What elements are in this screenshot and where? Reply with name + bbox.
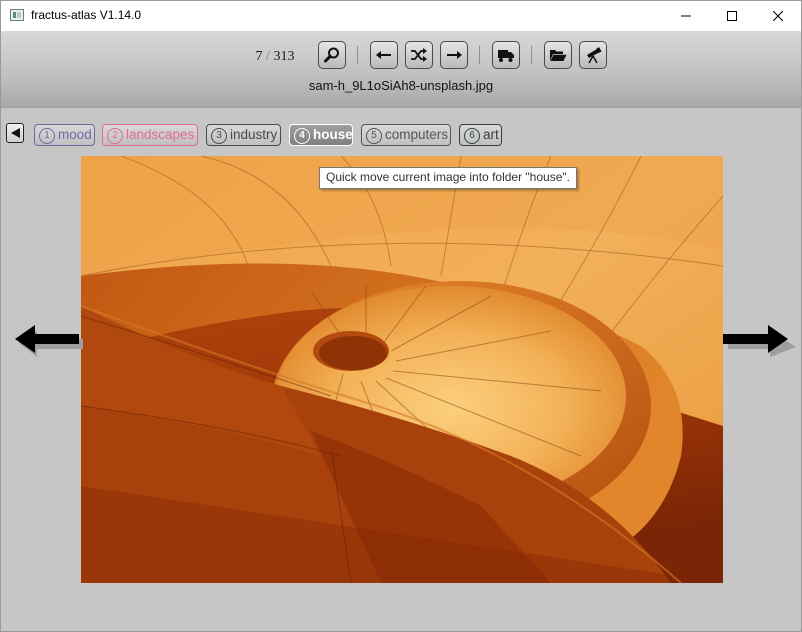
folder-label: mood	[58, 127, 92, 142]
folder-button-landscapes[interactable]: 2 landscapes	[102, 124, 198, 146]
minimize-icon	[681, 15, 691, 17]
folder-tooltip: Quick move current image into folder "ho…	[319, 167, 577, 189]
folder-label: art	[483, 127, 499, 142]
previous-button[interactable]	[370, 41, 398, 69]
folder-label: house	[313, 127, 353, 142]
arrow-left-icon	[376, 51, 391, 59]
truck-icon	[498, 50, 514, 62]
counter-current: 7	[255, 49, 263, 64]
arrow-left-icon	[15, 325, 83, 357]
search-button[interactable]	[318, 41, 346, 69]
folder-number-badge: 2	[107, 128, 123, 144]
maximize-button[interactable]	[709, 1, 755, 31]
folder-button-mood[interactable]: 1 mood	[34, 124, 95, 146]
explore-button[interactable]	[579, 41, 607, 69]
current-filename: sam-h_9L1oSiAh8-unsplash.jpg	[308, 78, 494, 93]
window-title: fractus-atlas V1.14.0	[31, 8, 142, 22]
app-logo-icon	[10, 9, 24, 21]
folder-label: industry	[230, 127, 278, 142]
folder-label: landscapes	[126, 127, 195, 142]
close-icon	[773, 11, 783, 21]
close-button[interactable]	[755, 1, 801, 31]
toolbar: 7 / 313 sam-h_9L1oSiAh8-unsplash.jpg	[1, 31, 801, 108]
arrow-right-icon	[723, 325, 796, 357]
folder-number-badge: 1	[39, 128, 55, 144]
app-window: fractus-atlas V1.14.0 7 / 313 sam-h_9L1o…	[0, 0, 802, 632]
next-button[interactable]	[440, 41, 468, 69]
folder-bar-back-button[interactable]	[6, 123, 24, 143]
maximize-icon	[727, 11, 737, 21]
folder-number-badge: 6	[464, 128, 480, 144]
toolbar-separator	[357, 46, 358, 64]
folder-open-icon	[550, 50, 567, 61]
counter-total: 313	[273, 49, 295, 64]
folder-number-badge: 3	[211, 128, 227, 144]
image-counter: 7 / 313	[247, 49, 303, 65]
shuffle-icon	[411, 48, 427, 62]
folder-button-art[interactable]: 6 art	[459, 124, 502, 146]
folder-number-badge: 5	[366, 128, 382, 144]
toolbar-separator	[479, 46, 480, 64]
arrow-right-icon	[447, 51, 462, 59]
counter-separator: /	[266, 49, 270, 64]
telescope-icon	[587, 47, 602, 64]
minimize-button[interactable]	[663, 1, 709, 31]
folder-number-badge: 4	[294, 128, 310, 144]
triangle-left-icon	[11, 128, 20, 138]
open-folder-button[interactable]	[544, 41, 572, 69]
folder-button-industry[interactable]: 3 industry	[206, 124, 281, 146]
next-image-arrow[interactable]	[720, 321, 800, 362]
folder-button-house[interactable]: 4 house	[289, 124, 353, 146]
move-button[interactable]	[492, 41, 520, 69]
toolbar-separator	[531, 46, 532, 64]
current-image[interactable]	[81, 156, 723, 583]
folder-button-computers[interactable]: 5 computers	[361, 124, 451, 146]
shuffle-button[interactable]	[405, 41, 433, 69]
magnifier-icon	[324, 47, 339, 63]
folder-label: computers	[385, 127, 449, 142]
spiral-architecture-image	[81, 156, 723, 583]
title-bar: fractus-atlas V1.14.0	[1, 1, 801, 31]
previous-image-arrow[interactable]	[13, 321, 85, 362]
